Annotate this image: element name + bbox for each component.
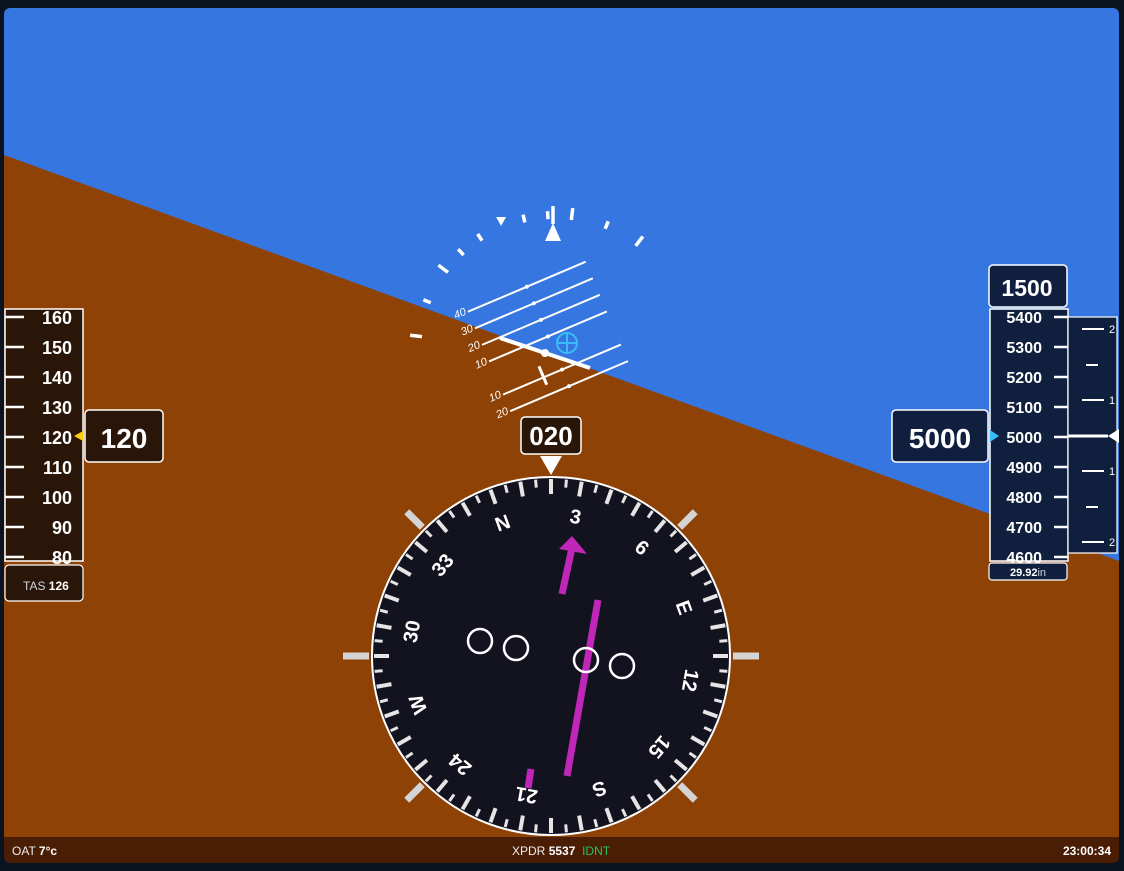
- altitude-value: 5000: [909, 423, 971, 454]
- selected-altitude-value: 1500: [1001, 275, 1052, 301]
- vsi-tick-label: 1: [1109, 466, 1115, 478]
- tas-box: TAS 126: [4, 564, 84, 602]
- compass-tick: [376, 623, 392, 630]
- airspeed-tick-label: 130: [42, 398, 72, 418]
- compass-tick: [577, 815, 584, 831]
- compass-tick: [534, 824, 538, 833]
- compass-tick: [376, 682, 392, 689]
- selected-altitude-box: 1500: [988, 264, 1068, 308]
- compass-tick: [577, 481, 584, 497]
- altitude-tape: 540053005200510050004900480047004600: [989, 308, 1069, 567]
- altitude-tick-label: 4800: [1006, 490, 1042, 507]
- compass-tick: [710, 682, 726, 689]
- compass-tick: [713, 698, 723, 704]
- altitude-tick-label: 5300: [1006, 340, 1042, 357]
- compass-tick: [374, 669, 383, 673]
- compass-tick: [719, 639, 728, 643]
- baro-unit: in: [1037, 567, 1046, 579]
- compass-tick: [710, 623, 726, 630]
- baro-box: 29.92in: [988, 562, 1068, 581]
- oat-value: 7°c: [38, 844, 58, 858]
- airspeed-tick-label: 140: [42, 368, 72, 388]
- altitude-tick-label: 4900: [1006, 460, 1042, 477]
- oat-readout: OAT 7°c: [12, 844, 57, 858]
- compass-label: 12: [677, 668, 703, 694]
- xpdr-mode: IDNT: [582, 844, 611, 858]
- heading-value: 020: [529, 421, 572, 451]
- altitude-tick-label: 4700: [1006, 520, 1042, 537]
- airspeed-tick-label: 150: [42, 338, 72, 358]
- airspeed-tick-label: 110: [43, 458, 72, 478]
- airspeed-tape: 1601501401301201101009080: [4, 308, 84, 568]
- flight-path-vector-icon: [556, 332, 578, 354]
- pfd-display: 403020101020 1601501401301201101009080 1…: [4, 8, 1119, 837]
- compass-tick: [503, 484, 509, 494]
- pfd-frame: 40 30 20 10 10 20 160 150 140 130 120 110 100 90 80 1…: [4, 8, 1119, 863]
- compass-tick: [518, 815, 525, 831]
- status-bar: OAT 7°c XPDR 5537 IDNT 23:00:34: [4, 837, 1119, 863]
- vsi-tick-label: 2: [1109, 537, 1115, 549]
- xpdr-code: 5537: [548, 844, 576, 858]
- compass-tick: [379, 698, 389, 704]
- airspeed-readout: 120: [84, 409, 164, 463]
- compass-tick: [379, 608, 389, 614]
- altitude-tick-label: 5100: [1006, 400, 1042, 417]
- airspeed-tick-label: 100: [42, 488, 72, 508]
- compass-label: 30: [400, 619, 426, 645]
- vsi: 2 1 1 2: [1067, 316, 1119, 554]
- compass-tick: [518, 481, 525, 497]
- compass-tick: [564, 824, 568, 833]
- vsi-tick-label: 1: [1109, 395, 1115, 407]
- airspeed-tick-label: 90: [52, 518, 72, 538]
- altitude-tick-label: 5000: [1006, 430, 1042, 447]
- altitude-readout: 5000: [891, 409, 989, 463]
- compass-tick: [593, 484, 599, 494]
- xpdr-label: XPDR: [512, 844, 546, 858]
- roll-tick: [409, 333, 423, 339]
- oat-label: OAT: [12, 844, 36, 858]
- svg-text:TAS 126: TAS 126: [23, 579, 69, 593]
- tas-label: TAS: [23, 579, 45, 593]
- transponder-readout: XPDR 5537 IDNT: [512, 844, 610, 858]
- airspeed-tick-label: 160: [42, 308, 72, 328]
- roll-tick: [521, 214, 527, 223]
- altitude-tick-label: 5400: [1006, 310, 1042, 327]
- airspeed-tick-label: 120: [42, 428, 72, 448]
- compass-tick: [719, 669, 728, 673]
- compass-tick: [593, 818, 599, 828]
- compass-tick: [503, 818, 509, 828]
- airspeed-value: 120: [101, 423, 148, 454]
- roll-tick: [569, 207, 575, 221]
- altitude-tick-label: 5200: [1006, 370, 1042, 387]
- vsi-tick-label: 2: [1109, 324, 1115, 336]
- course-pointer-tail: [524, 768, 535, 789]
- svg-text:29.92in: 29.92in: [1010, 567, 1046, 579]
- compass-tick: [534, 479, 538, 488]
- clock: 23:00:34: [1062, 844, 1111, 858]
- compass-tick: [713, 608, 723, 614]
- compass-tick: [374, 639, 383, 643]
- tas-value: 126: [49, 579, 69, 593]
- compass-tick: [564, 479, 568, 488]
- baro-value: 29.92: [1010, 567, 1038, 579]
